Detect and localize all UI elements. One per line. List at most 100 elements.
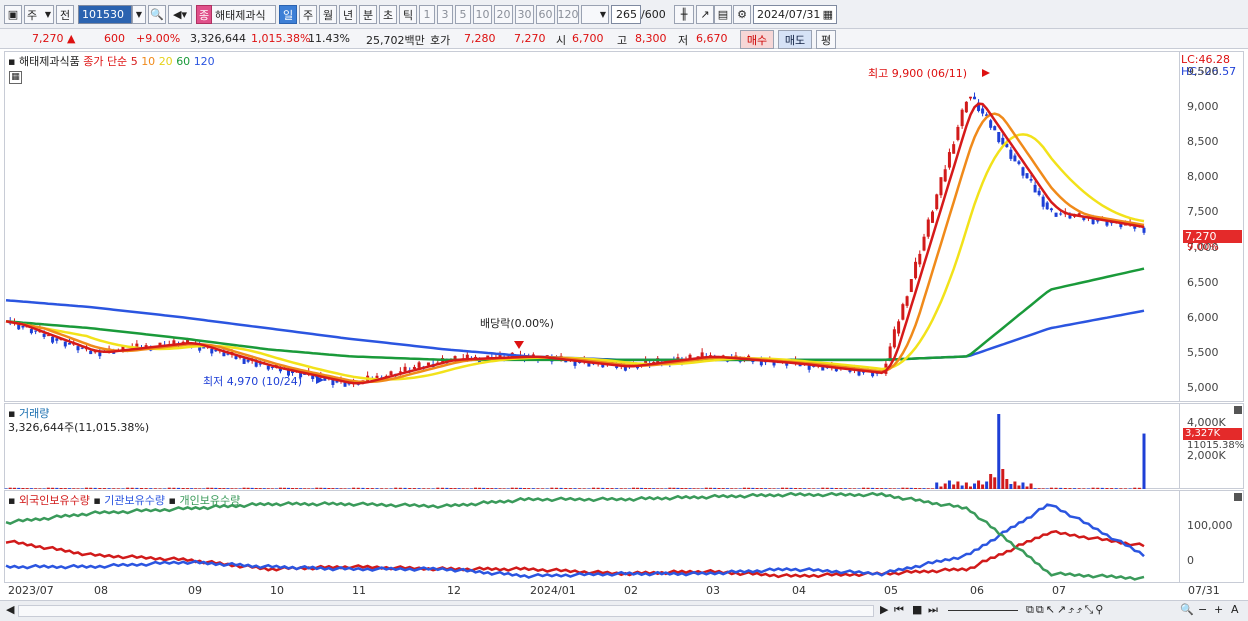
draw-tool-icon[interactable]: ↗: [696, 5, 714, 24]
scroll-track[interactable]: [18, 605, 874, 617]
zoom-slider[interactable]: [948, 610, 1018, 611]
stock-name-field[interactable]: 해태제과식: [212, 5, 276, 24]
eval-button[interactable]: 평: [816, 30, 836, 49]
volume-bar: [12, 487, 16, 489]
volume-bar: [573, 488, 577, 489]
volume-bar: [214, 487, 218, 489]
volume-bar: [738, 488, 742, 489]
scroll-right-icon[interactable]: ▶: [880, 603, 888, 616]
interval-30[interactable]: 30: [515, 5, 534, 24]
date-input[interactable]: 2024/07/31 ▦: [753, 5, 837, 24]
interval-20[interactable]: 20: [494, 5, 513, 24]
change-value: 600: [104, 32, 125, 45]
volume-bar: [1013, 481, 1017, 489]
volume-bar: [202, 488, 206, 489]
font-size-icon[interactable]: A: [1231, 603, 1239, 616]
volume-bar: [964, 482, 968, 489]
scroll-bar[interactable]: ◀ ▶ ⏮ ■ ⏭ ⧉⧉↖↗⤴⤴⤡⚲ 🔍 − + A: [0, 600, 1248, 621]
volume-bar: [246, 487, 250, 489]
price-chart[interactable]: [4, 51, 1180, 402]
tab-day[interactable]: 일: [279, 5, 297, 24]
volume-bar: [952, 484, 956, 489]
volume-bar: [1025, 486, 1029, 489]
candle-type-icon[interactable]: ╫: [674, 5, 694, 24]
candle-body: [89, 350, 93, 355]
volume-bar: [993, 477, 997, 489]
volume-bar: [627, 488, 631, 489]
volume-bar: [311, 488, 315, 489]
interval-3[interactable]: 3: [437, 5, 453, 24]
candle-body: [242, 358, 246, 364]
window-icon[interactable]: ▣: [4, 5, 22, 24]
volume-bar: [709, 487, 713, 489]
chevron-down-icon[interactable]: ▼: [132, 5, 146, 24]
interval-dropdown[interactable]: ▼: [581, 5, 609, 24]
zoom-icon[interactable]: 🔍: [1180, 603, 1194, 616]
volume-bar: [772, 488, 776, 489]
volume-bar: [592, 487, 596, 489]
gear-icon[interactable]: ⚙: [733, 5, 751, 24]
volume-chart[interactable]: [4, 403, 1180, 489]
draw-tools-icon[interactable]: ⧉⧉↖↗⤴⤴⤡⚲: [1026, 603, 1105, 617]
zoom-out-icon[interactable]: −: [1198, 603, 1207, 616]
volume-bar: [830, 487, 834, 489]
candle-body: [1021, 167, 1025, 176]
volume-bar: [1017, 485, 1021, 489]
x-tick-label: 12: [447, 584, 461, 597]
volume-bar: [295, 488, 299, 489]
candle-body: [1142, 227, 1146, 233]
volume-bar: [72, 488, 76, 489]
play-icon[interactable]: ⏭: [928, 603, 938, 617]
tab-week[interactable]: 주: [299, 5, 317, 24]
interval-10[interactable]: 10: [473, 5, 492, 24]
tab-month[interactable]: 월: [319, 5, 337, 24]
volume-bar: [866, 487, 870, 489]
volume-value-label: 3,326,644주(11,015.38%): [8, 421, 150, 434]
close-icon[interactable]: [1234, 406, 1242, 414]
volume-bar: [59, 488, 63, 489]
code-input[interactable]: 101530: [78, 5, 132, 24]
volume-bar: [1128, 488, 1132, 489]
tab-minute[interactable]: 분: [359, 5, 377, 24]
volume-bar: [713, 487, 717, 489]
save-icon[interactable]: ▤: [714, 5, 732, 24]
market-select[interactable]: 주 ▼: [24, 5, 54, 24]
interval-60[interactable]: 60: [536, 5, 555, 24]
interval-120[interactable]: 120: [557, 5, 579, 24]
volume-bar: [871, 487, 875, 489]
x-tick-label: 2024/01: [530, 584, 576, 597]
volume-bar: [692, 488, 696, 489]
volume-bar: [339, 488, 343, 489]
tab-year[interactable]: 년: [339, 5, 357, 24]
volume-bar: [17, 487, 21, 489]
volume-bar: [1005, 479, 1009, 489]
period-mode-button[interactable]: 전: [56, 5, 74, 24]
volume-bar: [323, 487, 327, 489]
volume-bar: [781, 487, 785, 489]
search-icon[interactable]: 🔍: [148, 5, 166, 24]
rewind-icon[interactable]: ⏮: [894, 603, 904, 617]
count-input[interactable]: 265: [611, 5, 641, 24]
close-icon[interactable]: [1234, 493, 1242, 501]
candle-body: [964, 101, 968, 113]
calendar-icon[interactable]: ▦: [823, 8, 833, 21]
candle-body: [989, 120, 993, 128]
buy-button[interactable]: 매수: [740, 30, 774, 49]
volume-bar: [704, 487, 708, 489]
high-arrow-icon: [982, 69, 990, 77]
sell-button[interactable]: 매도: [778, 30, 812, 49]
zoom-in-icon[interactable]: +: [1214, 603, 1223, 616]
speaker-icon[interactable]: ◀▾: [168, 5, 192, 24]
volume-bar: [1059, 487, 1063, 489]
holding-tick-0: 0: [1187, 554, 1194, 567]
volume-bar: [1033, 488, 1037, 489]
interval-5[interactable]: 5: [455, 5, 471, 24]
tab-second[interactable]: 초: [379, 5, 397, 24]
legend-icon: ▪: [93, 494, 101, 507]
volume-bar: [80, 488, 84, 489]
scroll-left-icon[interactable]: ◀: [6, 603, 14, 616]
stop-icon[interactable]: ■: [912, 603, 922, 616]
interval-1[interactable]: 1: [419, 5, 435, 24]
candle-body: [947, 152, 951, 168]
tab-tick[interactable]: 틱: [399, 5, 417, 24]
